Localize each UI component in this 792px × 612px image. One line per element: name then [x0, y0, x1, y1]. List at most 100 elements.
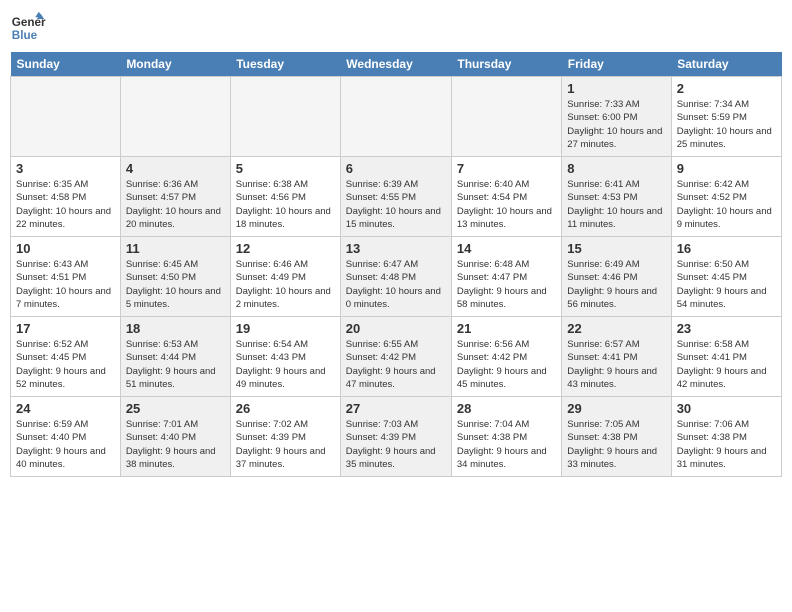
day-info: Sunrise: 6:59 AM Sunset: 4:40 PM Dayligh…: [16, 418, 115, 471]
day-info: Sunrise: 6:41 AM Sunset: 4:53 PM Dayligh…: [567, 178, 665, 231]
calendar-cell: 1 Sunrise: 7:33 AM Sunset: 6:00 PM Daylig…: [562, 77, 671, 157]
day-number: 11: [126, 241, 225, 256]
day-number: 19: [236, 321, 335, 336]
day-number: 7: [457, 161, 556, 176]
day-info: Sunrise: 6:52 AM Sunset: 4:45 PM Dayligh…: [16, 338, 115, 391]
day-number: 22: [567, 321, 665, 336]
day-info: Sunrise: 6:50 AM Sunset: 4:45 PM Dayligh…: [677, 258, 776, 311]
calendar-cell: 26 Sunrise: 7:02 AM Sunset: 4:39 PM Dayli…: [230, 397, 340, 477]
calendar-cell: 15 Sunrise: 6:49 AM Sunset: 4:46 PM Dayli…: [562, 237, 671, 317]
day-info: Sunrise: 6:49 AM Sunset: 4:46 PM Dayligh…: [567, 258, 665, 311]
calendar-cell: 5 Sunrise: 6:38 AM Sunset: 4:56 PM Daylig…: [230, 157, 340, 237]
calendar-day-header: Wednesday: [340, 52, 451, 77]
day-info: Sunrise: 6:43 AM Sunset: 4:51 PM Dayligh…: [16, 258, 115, 311]
day-info: Sunrise: 6:35 AM Sunset: 4:58 PM Dayligh…: [16, 178, 115, 231]
calendar-cell: 18 Sunrise: 6:53 AM Sunset: 4:44 PM Dayli…: [120, 317, 230, 397]
day-info: Sunrise: 6:55 AM Sunset: 4:42 PM Dayligh…: [346, 338, 446, 391]
calendar-body: 1 Sunrise: 7:33 AM Sunset: 6:00 PM Daylig…: [11, 77, 782, 477]
calendar-cell: 25 Sunrise: 7:01 AM Sunset: 4:40 PM Dayli…: [120, 397, 230, 477]
calendar-cell: [120, 77, 230, 157]
calendar-cell: 9 Sunrise: 6:42 AM Sunset: 4:52 PM Daylig…: [671, 157, 781, 237]
calendar-cell: 30 Sunrise: 7:06 AM Sunset: 4:38 PM Dayli…: [671, 397, 781, 477]
calendar-week-row: 1 Sunrise: 7:33 AM Sunset: 6:00 PM Daylig…: [11, 77, 782, 157]
day-info: Sunrise: 7:02 AM Sunset: 4:39 PM Dayligh…: [236, 418, 335, 471]
day-number: 21: [457, 321, 556, 336]
calendar-day-header: Sunday: [11, 52, 121, 77]
day-number: 15: [567, 241, 665, 256]
day-number: 13: [346, 241, 446, 256]
day-number: 29: [567, 401, 665, 416]
calendar-week-row: 24Sunrise: 6:59 AM Sunset: 4:40 PM Dayli…: [11, 397, 782, 477]
svg-text:Blue: Blue: [12, 29, 38, 42]
day-info: Sunrise: 6:48 AM Sunset: 4:47 PM Dayligh…: [457, 258, 556, 311]
calendar-cell: 8 Sunrise: 6:41 AM Sunset: 4:53 PM Daylig…: [562, 157, 671, 237]
day-number: 2: [677, 81, 776, 96]
day-info: Sunrise: 7:03 AM Sunset: 4:39 PM Dayligh…: [346, 418, 446, 471]
calendar-cell: [11, 77, 121, 157]
day-info: Sunrise: 6:57 AM Sunset: 4:41 PM Dayligh…: [567, 338, 665, 391]
calendar-day-header: Tuesday: [230, 52, 340, 77]
calendar-cell: 22 Sunrise: 6:57 AM Sunset: 4:41 PM Dayli…: [562, 317, 671, 397]
calendar-cell: 21 Sunrise: 6:56 AM Sunset: 4:42 PM Dayli…: [451, 317, 561, 397]
calendar-cell: 24Sunrise: 6:59 AM Sunset: 4:40 PM Dayli…: [11, 397, 121, 477]
day-number: 18: [126, 321, 225, 336]
day-number: 3: [16, 161, 115, 176]
calendar-cell: 19 Sunrise: 6:54 AM Sunset: 4:43 PM Dayli…: [230, 317, 340, 397]
calendar-cell: [451, 77, 561, 157]
calendar-cell: 23 Sunrise: 6:58 AM Sunset: 4:41 PM Dayli…: [671, 317, 781, 397]
day-info: Sunrise: 6:40 AM Sunset: 4:54 PM Dayligh…: [457, 178, 556, 231]
day-info: Sunrise: 6:58 AM Sunset: 4:41 PM Dayligh…: [677, 338, 776, 391]
calendar-cell: 28 Sunrise: 7:04 AM Sunset: 4:38 PM Dayli…: [451, 397, 561, 477]
logo-icon: General Blue: [10, 10, 46, 46]
calendar-cell: 27Sunrise: 7:03 AM Sunset: 4:39 PM Dayli…: [340, 397, 451, 477]
calendar-cell: [340, 77, 451, 157]
day-info: Sunrise: 7:01 AM Sunset: 4:40 PM Dayligh…: [126, 418, 225, 471]
calendar-cell: 11Sunrise: 6:45 AM Sunset: 4:50 PM Dayli…: [120, 237, 230, 317]
day-info: Sunrise: 6:54 AM Sunset: 4:43 PM Dayligh…: [236, 338, 335, 391]
day-info: Sunrise: 7:33 AM Sunset: 6:00 PM Dayligh…: [567, 98, 665, 151]
day-number: 30: [677, 401, 776, 416]
calendar-header-row: SundayMondayTuesdayWednesdayThursdayFrid…: [11, 52, 782, 77]
calendar-cell: 29 Sunrise: 7:05 AM Sunset: 4:38 PM Dayli…: [562, 397, 671, 477]
day-number: 17: [16, 321, 115, 336]
day-number: 25: [126, 401, 225, 416]
day-info: Sunrise: 7:04 AM Sunset: 4:38 PM Dayligh…: [457, 418, 556, 471]
day-number: 9: [677, 161, 776, 176]
calendar-table: SundayMondayTuesdayWednesdayThursdayFrid…: [10, 52, 782, 477]
day-info: Sunrise: 6:36 AM Sunset: 4:57 PM Dayligh…: [126, 178, 225, 231]
calendar-cell: 7 Sunrise: 6:40 AM Sunset: 4:54 PM Daylig…: [451, 157, 561, 237]
calendar-cell: 4Sunrise: 6:36 AM Sunset: 4:57 PM Daylig…: [120, 157, 230, 237]
day-info: Sunrise: 7:34 AM Sunset: 5:59 PM Dayligh…: [677, 98, 776, 151]
day-number: 5: [236, 161, 335, 176]
day-number: 10: [16, 241, 115, 256]
day-info: Sunrise: 6:39 AM Sunset: 4:55 PM Dayligh…: [346, 178, 446, 231]
calendar-cell: [230, 77, 340, 157]
calendar-cell: 3 Sunrise: 6:35 AM Sunset: 4:58 PM Daylig…: [11, 157, 121, 237]
day-number: 14: [457, 241, 556, 256]
day-number: 1: [567, 81, 665, 96]
calendar-cell: 13Sunrise: 6:47 AM Sunset: 4:48 PM Dayli…: [340, 237, 451, 317]
day-info: Sunrise: 6:42 AM Sunset: 4:52 PM Dayligh…: [677, 178, 776, 231]
day-number: 23: [677, 321, 776, 336]
calendar-day-header: Saturday: [671, 52, 781, 77]
calendar-cell: 12Sunrise: 6:46 AM Sunset: 4:49 PM Dayli…: [230, 237, 340, 317]
day-info: Sunrise: 7:06 AM Sunset: 4:38 PM Dayligh…: [677, 418, 776, 471]
calendar-week-row: 3 Sunrise: 6:35 AM Sunset: 4:58 PM Daylig…: [11, 157, 782, 237]
calendar-week-row: 17 Sunrise: 6:52 AM Sunset: 4:45 PM Dayli…: [11, 317, 782, 397]
calendar-cell: 2 Sunrise: 7:34 AM Sunset: 5:59 PM Daylig…: [671, 77, 781, 157]
day-number: 26: [236, 401, 335, 416]
day-number: 8: [567, 161, 665, 176]
calendar-cell: 17 Sunrise: 6:52 AM Sunset: 4:45 PM Dayli…: [11, 317, 121, 397]
day-info: Sunrise: 7:05 AM Sunset: 4:38 PM Dayligh…: [567, 418, 665, 471]
calendar-day-header: Thursday: [451, 52, 561, 77]
day-info: Sunrise: 6:56 AM Sunset: 4:42 PM Dayligh…: [457, 338, 556, 391]
day-info: Sunrise: 6:53 AM Sunset: 4:44 PM Dayligh…: [126, 338, 225, 391]
calendar-cell: 20Sunrise: 6:55 AM Sunset: 4:42 PM Dayli…: [340, 317, 451, 397]
day-info: Sunrise: 6:46 AM Sunset: 4:49 PM Dayligh…: [236, 258, 335, 311]
logo: General Blue: [10, 10, 46, 46]
calendar-day-header: Monday: [120, 52, 230, 77]
calendar-day-header: Friday: [562, 52, 671, 77]
day-info: Sunrise: 6:38 AM Sunset: 4:56 PM Dayligh…: [236, 178, 335, 231]
day-number: 28: [457, 401, 556, 416]
day-number: 6: [346, 161, 446, 176]
